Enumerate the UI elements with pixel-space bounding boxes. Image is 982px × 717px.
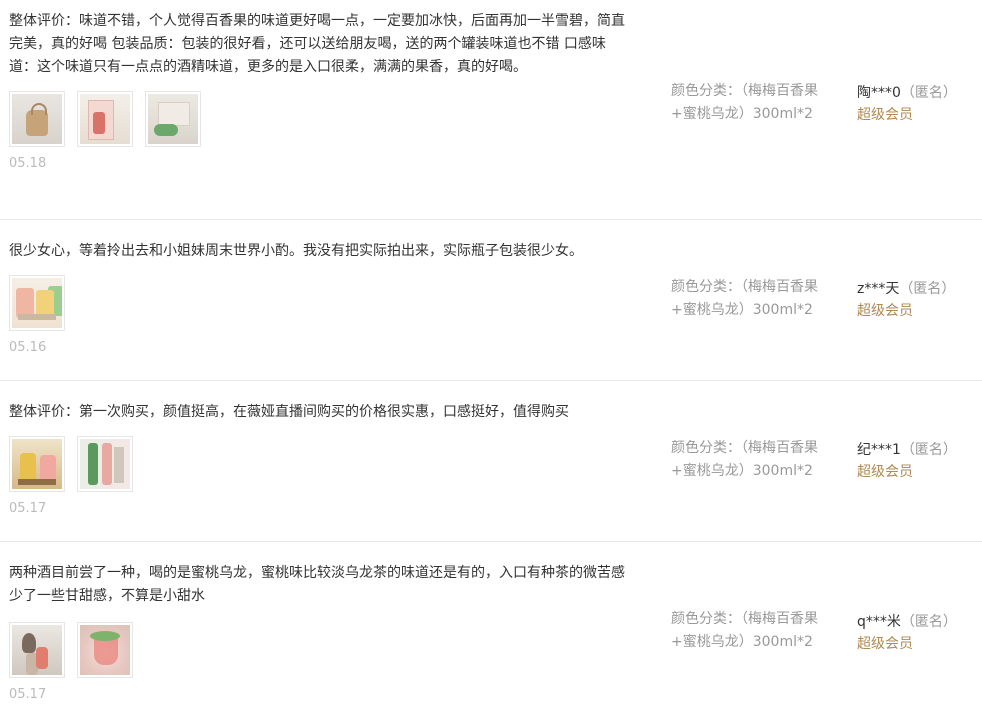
review-date: 05.18 [9, 156, 47, 171]
sku-info: 颜色分类：（梅梅百香果+蜜桃乌龙）300ml*2 [671, 608, 843, 654]
review-photo-thumbnail[interactable] [145, 91, 201, 147]
review-photos [9, 275, 629, 331]
review-content: 整体评价：第一次购买，颜值挺高，在薇娅直播间购买的价格很实惠，口感挺好，值得购买… [9, 401, 629, 517]
vip-badge: 超级会员 [857, 303, 913, 319]
reviewer-info: q***米（匿名） 超级会员 [857, 611, 977, 655]
review-content: 很少女心，等着拎出去和小姐妹周末世界小酌。我没有把实际拍出来，实际瓶子包装很少女… [9, 240, 629, 356]
reviewer-info: 纪***1（匿名） 超级会员 [857, 439, 977, 483]
sku-info: 颜色分类：（梅梅百香果+蜜桃乌龙）300ml*2 [671, 276, 843, 322]
anonymous-tag: （匿名） [900, 442, 957, 458]
review-photo-thumbnail[interactable] [77, 436, 133, 492]
review-photo-thumbnail[interactable] [9, 275, 65, 331]
reviewer-info: z***天（匿名） 超级会员 [857, 278, 977, 322]
review-photos [9, 436, 629, 492]
review-photo-thumbnail[interactable] [9, 622, 65, 678]
review-photo-thumbnail[interactable] [9, 436, 65, 492]
photo-image [80, 439, 130, 489]
sku-label: 颜色分类： [671, 440, 741, 456]
photo-image [12, 439, 62, 489]
sku-info: 颜色分类：（梅梅百香果+蜜桃乌龙）300ml*2 [671, 437, 843, 483]
photo-image [12, 94, 62, 144]
photo-image [12, 278, 62, 328]
review-photo-thumbnail[interactable] [9, 91, 65, 147]
anonymous-tag: （匿名） [899, 281, 956, 297]
review-item: 整体评价：第一次购买，颜值挺高，在薇娅直播间购买的价格很实惠，口感挺好，值得购买… [0, 381, 982, 542]
photo-image [80, 625, 130, 675]
reviewer-nickname: q***米 [857, 614, 901, 630]
vip-badge: 超级会员 [857, 464, 913, 480]
anonymous-tag: （匿名） [900, 614, 957, 630]
photo-image [12, 625, 62, 675]
sku-label: 颜色分类： [671, 279, 741, 295]
anonymous-tag: （匿名） [900, 85, 957, 101]
photo-image [80, 94, 130, 144]
sku-info: 颜色分类：（梅梅百香果+蜜桃乌龙）300ml*2 [671, 80, 843, 126]
reviewer-info: 陶***0（匿名） 超级会员 [857, 82, 977, 126]
review-text: 整体评价：味道不错，个人觉得百香果的味道更好喝一点，一定要加冰快，后面再加一半雪… [9, 13, 625, 75]
reviewer-nickname: 陶***0 [857, 85, 901, 101]
sku-label: 颜色分类： [671, 83, 741, 99]
review-item: 整体评价：味道不错，个人觉得百香果的味道更好喝一点，一定要加冰快，后面再加一半雪… [0, 0, 982, 220]
review-date: 05.16 [9, 340, 47, 355]
review-text: 整体评价：第一次购买，颜值挺高，在薇娅直播间购买的价格很实惠，口感挺好，值得购买 [9, 404, 569, 420]
review-item: 很少女心，等着拎出去和小姐妹周末世界小酌。我没有把实际拍出来，实际瓶子包装很少女… [0, 220, 982, 381]
review-text: 很少女心，等着拎出去和小姐妹周末世界小酌。我没有把实际拍出来，实际瓶子包装很少女… [9, 243, 583, 259]
review-content: 整体评价：味道不错，个人觉得百香果的味道更好喝一点，一定要加冰快，后面再加一半雪… [9, 10, 629, 172]
vip-badge: 超级会员 [857, 107, 913, 123]
review-content: 两种酒目前尝了一种，喝的是蜜桃乌龙，蜜桃味比较淡乌龙茶的味道还是有的，入口有种茶… [9, 562, 629, 703]
review-date: 05.17 [9, 687, 47, 702]
review-photo-thumbnail[interactable] [77, 622, 133, 678]
photo-image [148, 94, 198, 144]
review-text: 两种酒目前尝了一种，喝的是蜜桃乌龙，蜜桃味比较淡乌龙茶的味道还是有的，入口有种茶… [9, 565, 625, 604]
review-date: 05.17 [9, 501, 47, 516]
review-photos [9, 622, 629, 678]
review-item: 两种酒目前尝了一种，喝的是蜜桃乌龙，蜜桃味比较淡乌龙茶的味道还是有的，入口有种茶… [0, 542, 982, 717]
reviewer-nickname: 纪***1 [857, 442, 901, 458]
vip-badge: 超级会员 [857, 636, 913, 652]
review-photo-thumbnail[interactable] [77, 91, 133, 147]
reviewer-nickname: z***天 [857, 281, 900, 297]
review-photos [9, 91, 629, 147]
sku-label: 颜色分类： [671, 611, 741, 627]
